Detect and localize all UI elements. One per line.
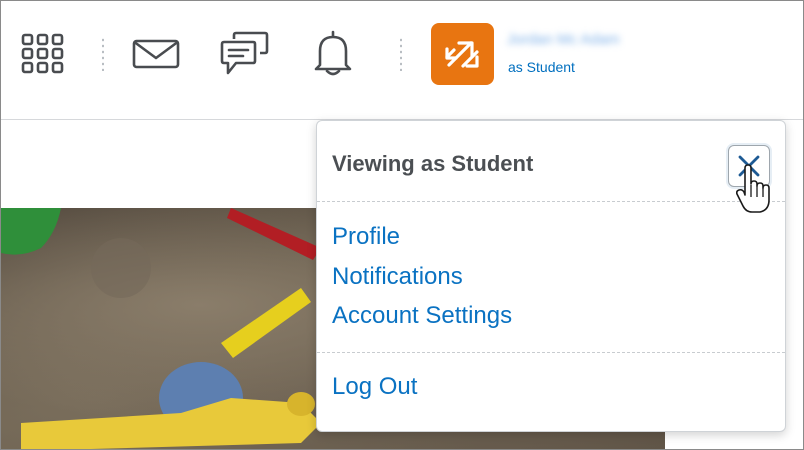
bell-icon[interactable]	[312, 29, 354, 77]
navbar-separator	[400, 37, 402, 71]
dropdown-title: Viewing as Student	[332, 151, 534, 176]
dropdown-divider	[317, 352, 785, 353]
top-navbar: Jordan Mc Adam as Student	[1, 1, 803, 120]
mail-icon[interactable]	[132, 39, 180, 69]
apps-grid-icon[interactable]	[21, 33, 65, 75]
dropdown-divider	[317, 201, 785, 202]
role-switch-icon	[445, 41, 479, 68]
role-dropdown-menu: Viewing as Student Profile Notifications…	[316, 120, 786, 432]
window-frame: Jordan Mc Adam as Student Viewing as Stu…	[0, 0, 804, 450]
chat-icon[interactable]	[220, 31, 270, 77]
pointer-hand-icon	[736, 164, 770, 213]
navbar-separator	[102, 37, 104, 71]
username-link[interactable]: Jordan Mc Adam	[507, 29, 665, 51]
account-settings-link[interactable]: Account Settings	[332, 302, 512, 330]
profile-link[interactable]: Profile	[332, 223, 400, 251]
logout-link[interactable]: Log Out	[332, 373, 417, 401]
notifications-link[interactable]: Notifications	[332, 263, 463, 291]
role-label: as Student	[508, 59, 575, 75]
role-switch-button[interactable]	[431, 23, 494, 85]
